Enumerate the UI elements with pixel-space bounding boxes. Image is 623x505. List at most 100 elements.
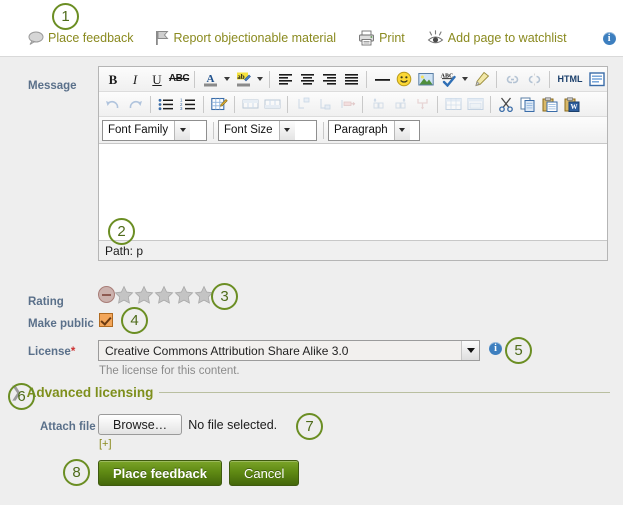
add-another-file-button[interactable]: [+] bbox=[99, 438, 112, 450]
outdent-icon bbox=[336, 94, 358, 115]
advanced-licensing-section-header[interactable]: ❯ Advanced licensing bbox=[10, 385, 610, 400]
edit-table-icon[interactable] bbox=[208, 94, 230, 115]
toolbar-separator bbox=[194, 70, 195, 88]
text-color-chevron-down-icon[interactable] bbox=[221, 69, 232, 90]
rating-star-4[interactable] bbox=[174, 285, 194, 304]
bold-icon[interactable]: B bbox=[102, 69, 124, 90]
paste-word-icon[interactable]: W bbox=[561, 94, 583, 115]
toolbar-separator bbox=[496, 70, 497, 88]
rating-stars[interactable] bbox=[98, 285, 214, 304]
svg-text:W: W bbox=[571, 103, 578, 111]
svg-text:ab: ab bbox=[237, 73, 245, 81]
copy-icon[interactable] bbox=[517, 94, 539, 115]
delete-row-icon bbox=[261, 94, 283, 115]
font-size-select[interactable]: Font Size bbox=[218, 119, 317, 141]
feedback-form-page: Place feedback Report objectionable mate… bbox=[0, 0, 623, 505]
strikethrough-icon[interactable]: ABC bbox=[168, 69, 190, 90]
font-family-chevron-down-icon bbox=[174, 120, 191, 140]
place-feedback-submit-button[interactable]: Place feedback bbox=[98, 460, 222, 486]
toolbar-separator bbox=[366, 70, 367, 88]
info-icon[interactable]: i bbox=[602, 31, 616, 45]
text-color-icon[interactable]: A bbox=[199, 69, 221, 90]
editor-content-area[interactable] bbox=[99, 143, 607, 240]
callout-2: 2 bbox=[108, 218, 135, 245]
speech-bubble-icon bbox=[28, 31, 44, 45]
spellcheck-icon[interactable]: ABC bbox=[437, 69, 459, 90]
align-justify-icon[interactable] bbox=[340, 69, 362, 90]
add-watchlist-label: Add page to watchlist bbox=[447, 31, 567, 45]
toolbar-separator bbox=[362, 95, 363, 113]
align-center-icon[interactable] bbox=[296, 69, 318, 90]
insert-image-icon[interactable] bbox=[415, 69, 437, 90]
insert-link-icon bbox=[501, 69, 523, 90]
rating-star-3[interactable] bbox=[154, 285, 174, 304]
editor-toolbar-row-3: Font Family Font Size Paragraph bbox=[99, 117, 607, 143]
background-color-icon[interactable]: ab bbox=[232, 69, 254, 90]
insert-table-icon bbox=[442, 94, 464, 115]
page-actions-bar: Place feedback Report objectionable mate… bbox=[0, 0, 623, 57]
license-chevron-down-icon bbox=[461, 341, 479, 360]
paragraph-format-value: Paragraph bbox=[334, 124, 388, 136]
spellcheck-chevron-down-icon[interactable] bbox=[459, 69, 470, 90]
make-public-checkbox[interactable] bbox=[99, 313, 113, 327]
align-right-icon[interactable] bbox=[318, 69, 340, 90]
background-color-chevron-down-icon[interactable] bbox=[254, 69, 265, 90]
numbered-list-icon[interactable]: 123 bbox=[177, 94, 199, 115]
print-action[interactable]: Print bbox=[358, 30, 405, 46]
no-rating-icon[interactable] bbox=[98, 286, 115, 303]
license-info-icon[interactable]: i bbox=[489, 342, 502, 355]
attach-file-label: Attach file bbox=[40, 421, 96, 433]
page-actions-list: Place feedback Report objectionable mate… bbox=[28, 30, 616, 46]
horizontal-rule-icon[interactable] bbox=[371, 69, 393, 90]
attach-file-control: Browse… No file selected. bbox=[98, 414, 277, 435]
bullet-list-icon[interactable] bbox=[155, 94, 177, 115]
add-watchlist-action[interactable]: Add page to watchlist bbox=[427, 30, 567, 46]
rating-star-2[interactable] bbox=[134, 285, 154, 304]
callout-8: 8 bbox=[63, 459, 90, 486]
report-objectionable-action[interactable]: Report objectionable material bbox=[155, 30, 336, 46]
emoticon-icon[interactable] bbox=[393, 69, 415, 90]
report-objectionable-label: Report objectionable material bbox=[173, 31, 337, 45]
license-selected-value: Creative Commons Attribution Share Alike… bbox=[105, 343, 349, 358]
callout-7: 7 bbox=[296, 413, 323, 440]
toolbar-separator bbox=[234, 95, 235, 113]
paste-icon[interactable] bbox=[539, 94, 561, 115]
table-cell-icon bbox=[464, 94, 486, 115]
callout-1: 1 bbox=[52, 3, 79, 30]
font-size-chevron-down-icon bbox=[278, 120, 295, 140]
toolbar-separator bbox=[150, 95, 151, 113]
toolbar-separator bbox=[490, 95, 491, 113]
rating-label: Rating bbox=[28, 296, 64, 308]
underline-icon[interactable]: U bbox=[146, 69, 168, 90]
advanced-licensing-title[interactable]: Advanced licensing bbox=[27, 385, 154, 400]
cancel-button[interactable]: Cancel bbox=[228, 460, 300, 486]
no-file-selected-text: No file selected. bbox=[188, 417, 278, 432]
merge-cells-icon bbox=[367, 94, 389, 115]
italic-icon[interactable]: I bbox=[124, 69, 146, 90]
editor-toolbar-row-2: 123 W bbox=[99, 92, 607, 117]
undo-icon bbox=[102, 94, 124, 115]
cut-icon[interactable] bbox=[495, 94, 517, 115]
paragraph-chevron-down-icon bbox=[393, 120, 410, 140]
fullscreen-icon[interactable] bbox=[586, 69, 608, 90]
license-help-text: The license for this content. bbox=[99, 365, 240, 377]
align-left-icon[interactable] bbox=[274, 69, 296, 90]
print-label: Print bbox=[379, 31, 405, 45]
html-source-icon[interactable]: HTML bbox=[554, 69, 586, 90]
editor-toolbar-row-1: B I U ABC A ab ABC HTML bbox=[99, 67, 607, 92]
rating-star-1[interactable] bbox=[114, 285, 134, 304]
license-select[interactable]: Creative Commons Attribution Share Alike… bbox=[98, 340, 480, 361]
callout-3: 3 bbox=[211, 283, 238, 310]
toolbar-separator bbox=[549, 70, 550, 88]
table-props-icon bbox=[411, 94, 433, 115]
toolbar-separator bbox=[287, 95, 288, 113]
paragraph-format-select[interactable]: Paragraph bbox=[328, 119, 420, 141]
font-family-select[interactable]: Font Family bbox=[102, 119, 207, 141]
place-feedback-action[interactable]: Place feedback bbox=[28, 31, 133, 45]
browse-button[interactable]: Browse… bbox=[98, 414, 183, 435]
remove-formatting-icon[interactable] bbox=[470, 69, 492, 90]
svg-text:3: 3 bbox=[180, 106, 183, 111]
indent-left-icon bbox=[292, 94, 314, 115]
callout-4: 4 bbox=[121, 307, 148, 334]
insert-row-icon bbox=[239, 94, 261, 115]
